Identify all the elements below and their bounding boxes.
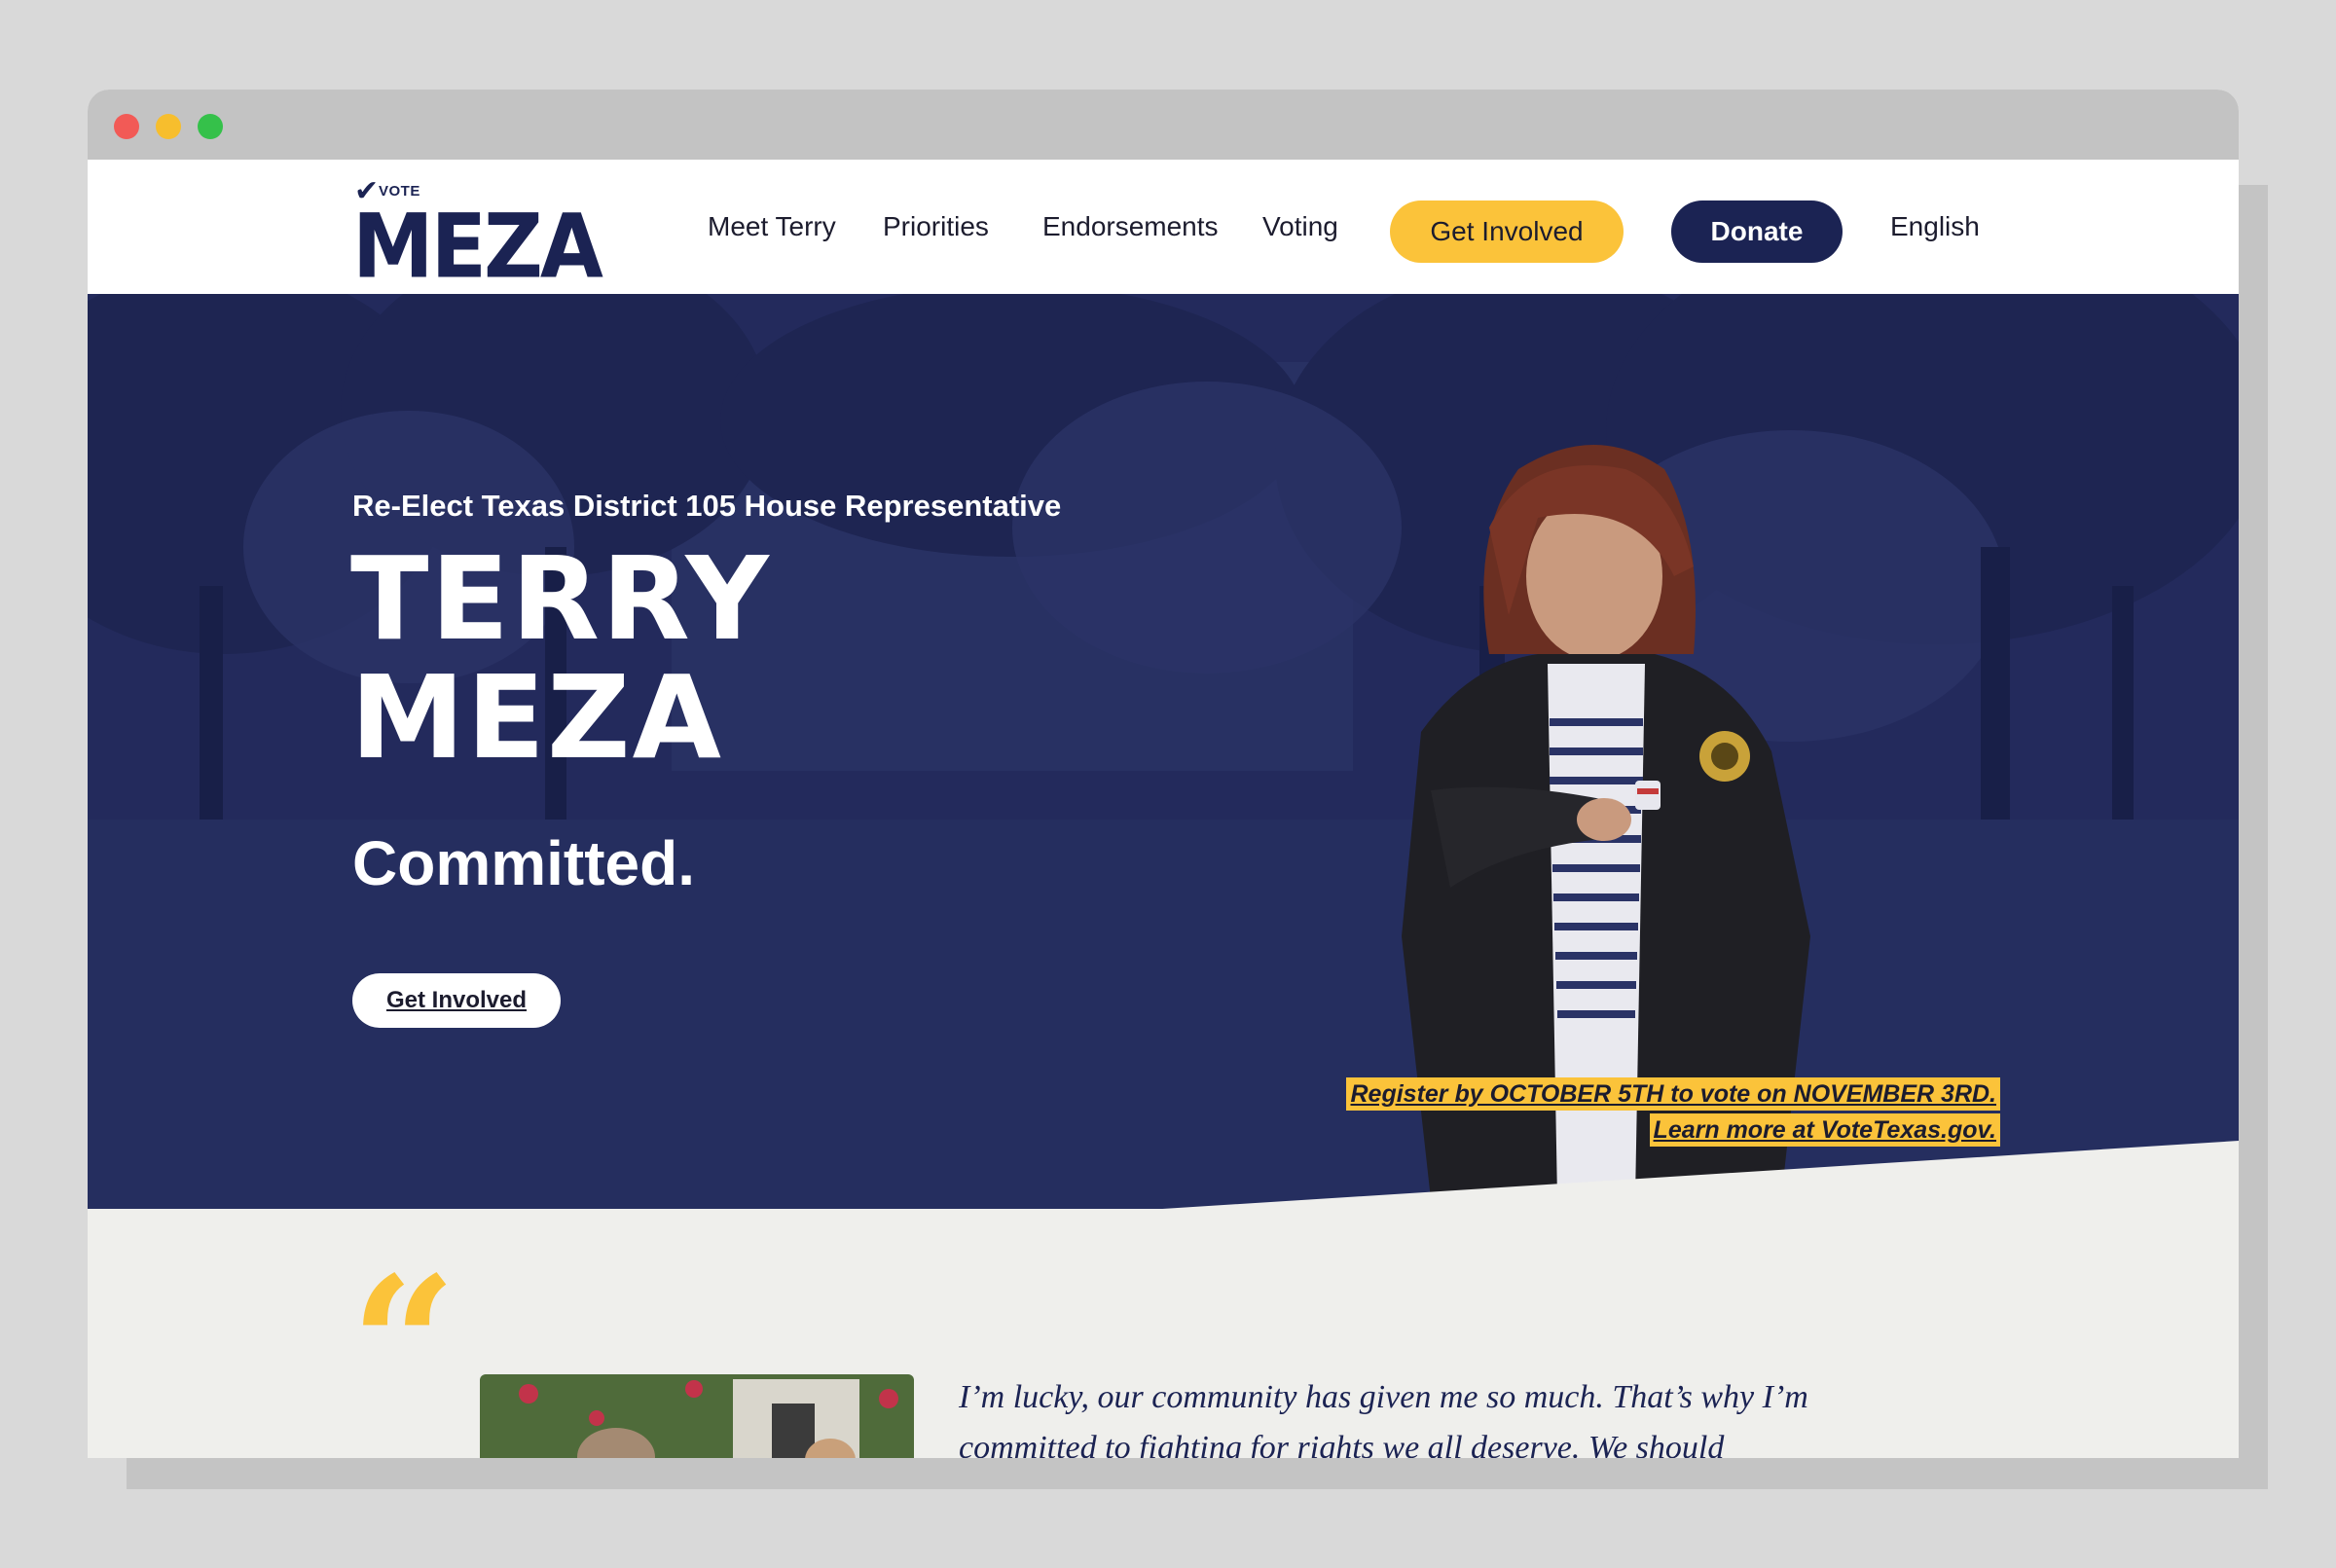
hero-name-first: TERRY [350, 531, 771, 666]
browser-titlebar [88, 90, 2239, 160]
hero-section: Re-Elect Texas District 105 House Repres… [88, 294, 2239, 1209]
maximize-window-button[interactable] [198, 114, 223, 139]
logo-name-text: MEZA [352, 195, 603, 299]
testimonial-quote-text: I’m lucky, our community has given me so… [959, 1379, 1808, 1458]
hero-tagline: Committed. [352, 828, 695, 898]
donate-button[interactable]: Donate [1671, 201, 1843, 263]
nav-link-meet-terry[interactable]: Meet Terry [708, 207, 836, 246]
hero-candidate-name: TERRY MEZA [350, 539, 771, 777]
language-toggle[interactable]: English [1890, 207, 1980, 246]
close-window-button[interactable] [114, 114, 139, 139]
site-header: ✔ VOTE MEZA Meet Terry Priorities Endors… [88, 160, 2239, 294]
quote-icon: “ [350, 1236, 457, 1453]
testimonial-photo [480, 1374, 914, 1458]
hero-subtitle: Re-Elect Texas District 105 House Repres… [352, 489, 1062, 523]
nav-link-endorsements[interactable]: Endorsements [1042, 207, 1219, 246]
minimize-window-button[interactable] [156, 114, 181, 139]
nav-link-voting[interactable]: Voting [1262, 207, 1338, 246]
nav-link-priorities[interactable]: Priorities [883, 207, 989, 246]
site-logo[interactable]: ✔ VOTE MEZA [352, 177, 603, 291]
register-deadline-link[interactable]: Register by OCTOBER 5TH to vote on NOVEM… [1346, 1077, 2000, 1111]
get-involved-button[interactable]: Get Involved [1390, 201, 1624, 263]
votetexas-link[interactable]: Learn more at VoteTexas.gov. [1649, 1113, 2000, 1147]
browser-window: ✔ VOTE MEZA Meet Terry Priorities Endors… [88, 90, 2239, 1458]
hero-name-last: MEZA [350, 650, 723, 784]
voter-registration-notice: Register by OCTOBER 5TH to vote on NOVEM… [1346, 1077, 2000, 1149]
hero-get-involved-button[interactable]: Get Involved [352, 973, 561, 1028]
